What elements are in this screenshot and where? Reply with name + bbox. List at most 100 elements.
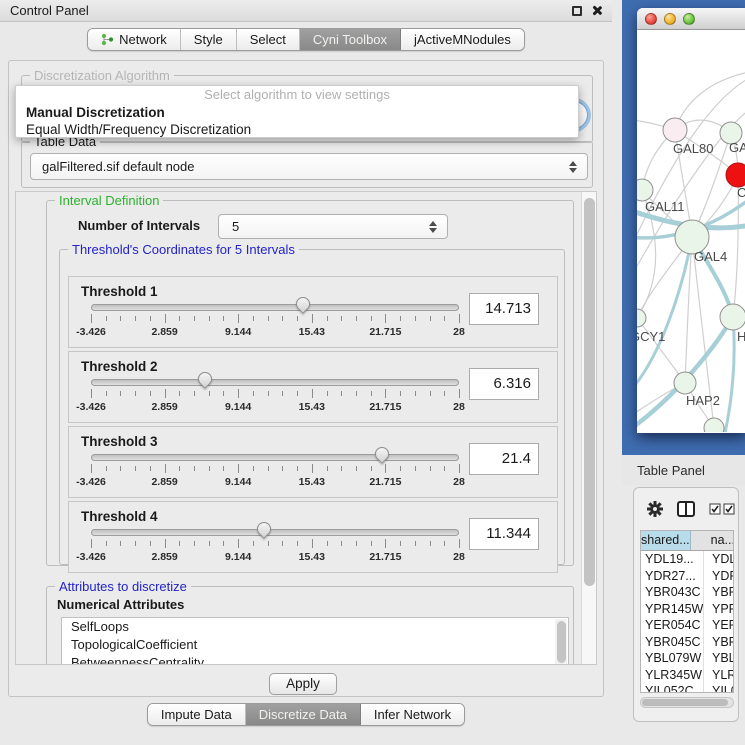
- network-desktop: GAL80GACGAL11GAL4GCY1HHAP2: [622, 0, 745, 455]
- cell-shared-name[interactable]: YER054C: [641, 617, 704, 634]
- table-row[interactable]: YDR27...YDR2: [641, 568, 733, 585]
- network-node[interactable]: [637, 309, 646, 327]
- cell-shared-name[interactable]: YBL079W: [641, 650, 704, 667]
- combo-stepper-icon: [569, 161, 577, 173]
- slider-tick-labels: -3.4262.8599.14415.4321.71528: [91, 401, 459, 413]
- table-data-select[interactable]: galFiltered.sif default node: [30, 153, 588, 180]
- tab-style[interactable]: Style: [181, 29, 237, 50]
- attribute-item[interactable]: SelfLoops: [62, 618, 568, 636]
- tab-cyni-toolbox[interactable]: Cyni Toolbox: [300, 29, 401, 50]
- network-node[interactable]: [674, 372, 696, 394]
- slider-ticks: [91, 541, 459, 551]
- network-canvas[interactable]: GAL80GACGAL11GAL4GCY1HHAP2: [637, 30, 745, 432]
- control-panel-title: Control Panel: [10, 3, 89, 18]
- tab-discretize-data[interactable]: Discretize Data: [246, 704, 361, 725]
- axis-tick-label: 28: [453, 401, 465, 413]
- cell-name[interactable]: YIL0: [704, 683, 733, 693]
- number-of-intervals-spinner[interactable]: 5: [218, 214, 448, 239]
- float-panel-icon[interactable]: [572, 6, 582, 16]
- column-header-shared-name[interactable]: shared...: [641, 531, 691, 550]
- threshold-value-field[interactable]: 14.713: [469, 293, 539, 325]
- gear-icon[interactable]: [647, 501, 663, 517]
- spinner-stepper-icon: [429, 221, 437, 233]
- apply-button[interactable]: Apply: [269, 673, 337, 695]
- network-node[interactable]: [637, 179, 653, 201]
- settings-scrollbar-thumb[interactable]: [584, 198, 595, 586]
- algorithm-option-equal-width-frequency[interactable]: Equal Width/Frequency Discretization: [16, 121, 578, 138]
- slider-track[interactable]: [91, 379, 459, 386]
- attribute-item[interactable]: TopologicalCoefficient: [62, 636, 568, 654]
- algorithm-option-manual-discretization[interactable]: Manual Discretization: [16, 104, 578, 121]
- attributes-to-discretize-group: Attributes to discretize Numerical Attri…: [46, 586, 574, 665]
- attributes-list-scrollbar-thumb[interactable]: [557, 621, 566, 663]
- threshold-value-field[interactable]: 21.4: [469, 443, 539, 475]
- table-row[interactable]: YBL079WYBL0: [641, 650, 733, 667]
- cell-name[interactable]: YDR2: [704, 568, 733, 585]
- cell-name[interactable]: YLR3: [704, 667, 733, 684]
- cell-name[interactable]: YPR1: [704, 601, 733, 618]
- table-row[interactable]: YDL19...YDL1: [641, 551, 733, 568]
- network-node[interactable]: [726, 163, 745, 187]
- network-node[interactable]: [663, 118, 687, 142]
- table-panel-header: Table Panel: [622, 455, 745, 485]
- cell-name[interactable]: YDL1: [704, 551, 733, 568]
- cell-name[interactable]: YER0: [704, 617, 733, 634]
- settings-scrollbar[interactable]: [581, 192, 596, 664]
- cell-shared-name[interactable]: YBR045C: [641, 634, 704, 651]
- slider-track[interactable]: [91, 454, 459, 461]
- axis-tick-label: 15.43: [299, 476, 325, 488]
- checkbox-checked-icon[interactable]: [723, 503, 735, 515]
- cell-shared-name[interactable]: YDL19...: [641, 551, 704, 568]
- network-node[interactable]: [720, 304, 745, 330]
- tab-network[interactable]: Network: [88, 29, 181, 50]
- table-horizontal-scrollbar-thumb[interactable]: [642, 699, 728, 706]
- numerical-attributes-list: SelfLoopsTopologicalCoefficientBetweenne…: [61, 617, 569, 665]
- minimize-window-icon[interactable]: [664, 13, 676, 25]
- cell-shared-name[interactable]: YPR145W: [641, 601, 704, 618]
- network-node-label: C: [737, 185, 745, 200]
- network-node[interactable]: [704, 418, 724, 432]
- axis-tick-label: 15.43: [299, 551, 325, 563]
- table-row[interactable]: YBR045CYBR0: [641, 634, 733, 651]
- cell-shared-name[interactable]: YDR27...: [641, 568, 704, 585]
- slider-tick-labels: -3.4262.8599.14415.4321.71528: [91, 476, 459, 488]
- close-window-icon[interactable]: [645, 13, 657, 25]
- slider-track[interactable]: [91, 529, 459, 536]
- attributes-list-scrollbar[interactable]: [555, 619, 567, 665]
- threshold-label: Threshold 2: [81, 359, 158, 374]
- threshold-value-field[interactable]: 11.344: [469, 518, 539, 550]
- table-horizontal-scrollbar[interactable]: [640, 697, 734, 708]
- table-row[interactable]: YLR345WYLR3: [641, 667, 733, 684]
- slider-track[interactable]: [91, 304, 459, 311]
- tab-infer-network[interactable]: Infer Network: [361, 704, 464, 725]
- network-edge-thick[interactable]: [725, 317, 734, 432]
- cell-name[interactable]: YBL0: [704, 650, 733, 667]
- table-row[interactable]: YPR145WYPR1: [641, 601, 733, 618]
- tab-impute-data[interactable]: Impute Data: [148, 704, 246, 725]
- tab-label: Cyni Toolbox: [313, 32, 387, 47]
- cell-shared-name[interactable]: YBR043C: [641, 584, 704, 601]
- table-row[interactable]: YER054CYER0: [641, 617, 733, 634]
- axis-tick-label: 28: [453, 476, 465, 488]
- attribute-item[interactable]: BetweennessCentrality: [62, 654, 568, 665]
- cell-name[interactable]: YBR0: [704, 584, 733, 601]
- threshold-panel: Threshold 4 -3.4262.8599.14415.4321.7152…: [68, 501, 558, 573]
- tab-select[interactable]: Select: [237, 29, 300, 50]
- split-columns-icon[interactable]: [677, 501, 695, 517]
- cell-shared-name[interactable]: YLR345W: [641, 667, 704, 684]
- threshold-value-field[interactable]: 6.316: [469, 368, 539, 400]
- table-row[interactable]: YBR043CYBR0: [641, 584, 733, 601]
- network-node-label: GAL80: [673, 141, 713, 156]
- cell-shared-name[interactable]: YIL052C: [641, 683, 704, 693]
- maximize-window-icon[interactable]: [683, 13, 695, 25]
- close-panel-icon[interactable]: [591, 5, 602, 16]
- axis-tick-label: -3.426: [76, 401, 106, 413]
- table-row[interactable]: YIL052CYIL0: [641, 683, 733, 693]
- table-data-selected-value: galFiltered.sif default node: [42, 159, 194, 174]
- checkbox-checked-icon[interactable]: [709, 503, 721, 515]
- network-window-titlebar: [637, 8, 745, 30]
- tab-jactivemnodules[interactable]: jActiveMNodules: [401, 29, 524, 50]
- cell-name[interactable]: YBR0: [704, 634, 733, 651]
- column-header-name[interactable]: na...: [691, 531, 734, 550]
- network-view-window[interactable]: GAL80GACGAL11GAL4GCY1HHAP2: [637, 8, 745, 433]
